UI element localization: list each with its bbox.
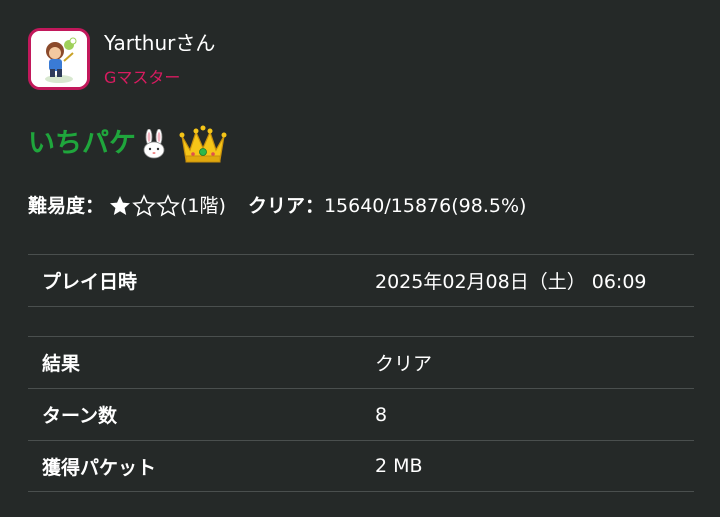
star-outline-icon [132,194,156,218]
packets-label: 獲得パケット [42,456,157,479]
rabbit-icon [140,128,168,159]
difficulty-stars [108,194,180,218]
result-value: クリア [375,353,433,375]
star-filled-icon [108,194,132,218]
table-row-playtime: プレイ日時 2025年02月08日（土） 06:09 [28,254,694,306]
difficulty-label: 難易度： [28,195,105,217]
playtime-value: 2025年02月08日（土） 06:09 [375,271,647,293]
star-outline-icon [156,194,180,218]
crown-icon [178,122,228,166]
stats-line: 難易度： (1階) クリア： 15640/15876(98.5%) [28,192,526,220]
table-row-packets: 獲得パケット 2 MB [28,440,694,492]
stage-title: いちパケ [28,122,228,166]
user-name: Yarthurさん [104,31,216,55]
table-row-turns: ターン数 8 [28,388,694,440]
playtime-label: プレイ日時 [42,271,138,293]
avatar-character-image [31,31,87,87]
packets-value: 2 MB [375,455,423,477]
result-table: プレイ日時 2025年02月08日（土） 06:09 結果 クリア ターン数 8… [28,254,694,492]
avatar[interactable] [28,28,90,90]
user-rank: Gマスター [104,68,181,87]
table-row-result: 結果 クリア [28,336,694,388]
stage-name: いちパケ [28,128,136,159]
result-label: 結果 [42,353,81,375]
table-spacer [28,306,694,336]
turns-label: ターン数 [42,405,118,427]
turns-value: 8 [375,403,388,426]
clear-value: 15640/15876(98.5%) [323,195,527,217]
user-header: Yarthurさん Gマスター [28,28,215,90]
difficulty-suffix: (1階) [180,195,226,217]
clear-label: クリア： [247,195,324,217]
